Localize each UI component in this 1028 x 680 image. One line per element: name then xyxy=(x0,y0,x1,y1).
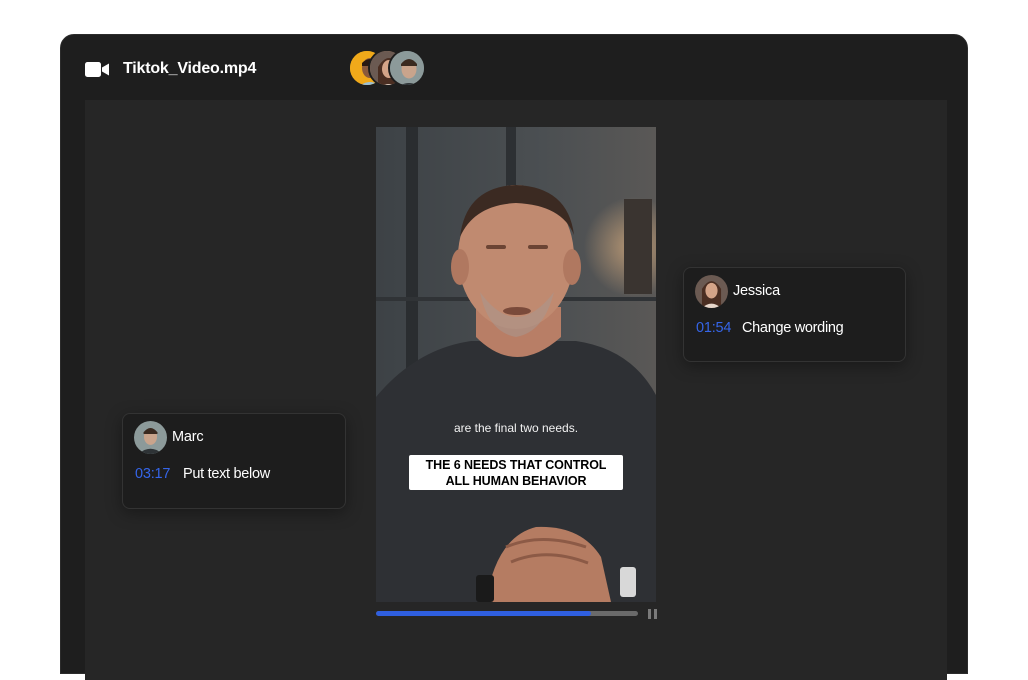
avatar xyxy=(134,421,167,454)
avatar xyxy=(695,275,728,308)
collaborator-avatar-3[interactable] xyxy=(388,49,426,87)
title-line-1: THE 6 NEEDS THAT CONTROL xyxy=(425,458,607,472)
comment-timestamp[interactable]: 01:54 xyxy=(696,320,731,336)
video-progress-fill xyxy=(376,611,591,616)
comment-author: Jessica xyxy=(733,283,780,299)
collaborator-avatars[interactable] xyxy=(348,49,438,89)
comment-card-marc[interactable]: Marc 03:17 Put text below xyxy=(122,413,346,509)
file-name: Tiktok_Video.mp4 xyxy=(123,60,257,77)
video-camera-icon xyxy=(85,62,109,77)
comment-text: Change wording xyxy=(742,320,844,336)
pause-icon[interactable] xyxy=(648,609,657,619)
title-bar: Tiktok_Video.mp4 xyxy=(61,35,967,101)
video-frame-image xyxy=(376,127,656,602)
video-progress-bar[interactable] xyxy=(376,611,638,616)
comment-text: Put text below xyxy=(183,466,270,482)
video-preview[interactable]: are the final two needs. THE 6 NEEDS THA… xyxy=(376,127,656,602)
title-line-2: ALL HUMAN BEHAVIOR xyxy=(445,474,587,488)
canvas-stage: are the final two needs. THE 6 NEEDS THA… xyxy=(85,100,947,680)
video-subtitle: are the final two needs. xyxy=(453,421,579,435)
comment-author: Marc xyxy=(172,429,204,445)
video-title-box[interactable]: THE 6 NEEDS THAT CONTROL ALL HUMAN BEHAV… xyxy=(409,455,623,490)
editor-window: Tiktok_Video.mp4 are the final two needs… xyxy=(60,34,968,680)
comment-timestamp[interactable]: 03:17 xyxy=(135,466,170,482)
comment-card-jessica[interactable]: Jessica 01:54 Change wording xyxy=(683,267,906,362)
